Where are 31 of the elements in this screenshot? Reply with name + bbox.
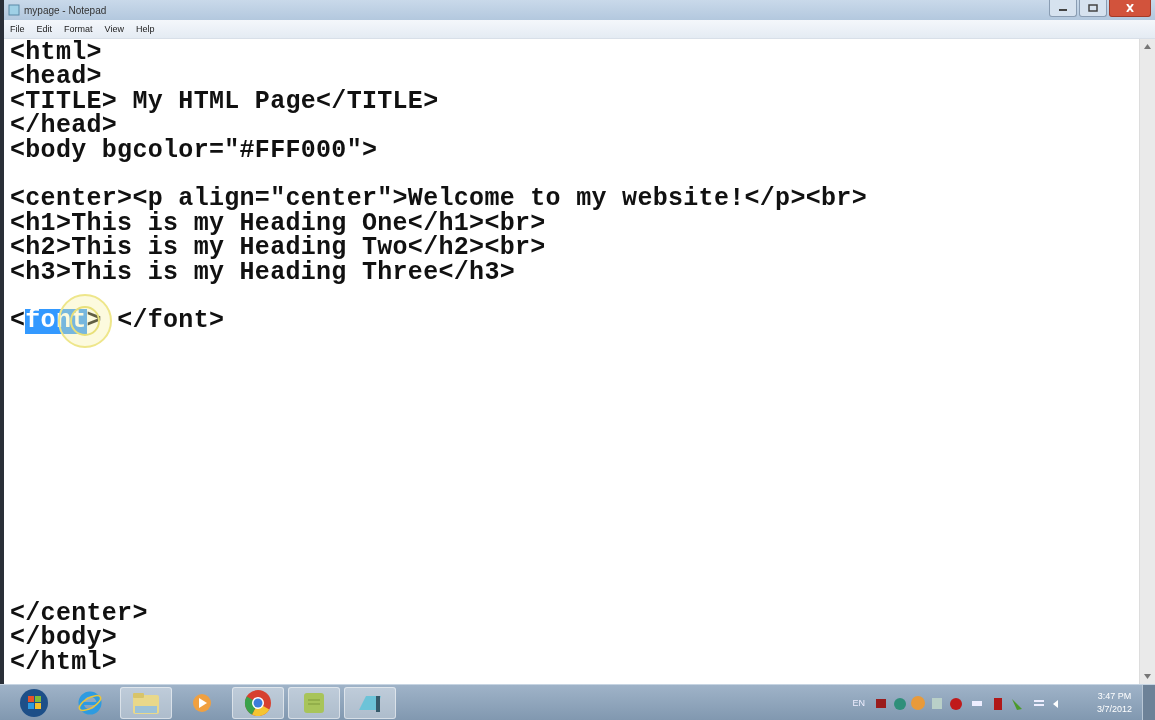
chrome-icon bbox=[244, 688, 272, 717]
maximize-button[interactable] bbox=[1079, 0, 1107, 17]
show-desktop-button[interactable] bbox=[1142, 684, 1155, 720]
clock-time: 3:47 PM bbox=[1097, 689, 1132, 703]
code-line: </html> bbox=[10, 650, 118, 676]
code-line: <head> bbox=[10, 65, 102, 90]
notepad-icon bbox=[8, 4, 20, 16]
window-title: mypage - Notepad bbox=[24, 4, 107, 16]
code-line: <body bgcolor="#FFF000"> bbox=[10, 138, 378, 163]
menu-item[interactable]: Edit bbox=[30, 24, 59, 34]
code-line: </body> bbox=[10, 626, 118, 651]
menu-item[interactable]: File bbox=[4, 24, 31, 34]
code-line: <h3>This is my Heading Three</h3> bbox=[10, 260, 515, 285]
notepad-taskbar-button[interactable] bbox=[344, 686, 396, 719]
menu-item[interactable]: Format bbox=[58, 24, 99, 34]
scrollbar[interactable] bbox=[1139, 39, 1155, 684]
minimize-button[interactable] bbox=[1049, 0, 1077, 17]
clock-date: 3/7/2012 bbox=[1096, 702, 1132, 716]
menu-item[interactable]: View bbox=[98, 24, 130, 34]
menu-item[interactable]: Help bbox=[129, 24, 161, 34]
code-line: </head> bbox=[10, 114, 118, 139]
e-logo-icon bbox=[77, 689, 103, 716]
windows-logo-icon bbox=[19, 687, 49, 718]
play-icon bbox=[191, 691, 213, 714]
code-text: < bbox=[10, 309, 26, 334]
code-line: <h2>This is my Heading Two</h2><br> bbox=[10, 236, 546, 261]
chrome-taskbar-button[interactable] bbox=[232, 686, 284, 719]
close-icon bbox=[1125, 4, 1135, 12]
close-button[interactable] bbox=[1109, 0, 1151, 17]
code-line: <center><p align="center">Welcome to my website!</p><br> bbox=[10, 187, 867, 212]
maximize-icon bbox=[1088, 4, 1098, 12]
